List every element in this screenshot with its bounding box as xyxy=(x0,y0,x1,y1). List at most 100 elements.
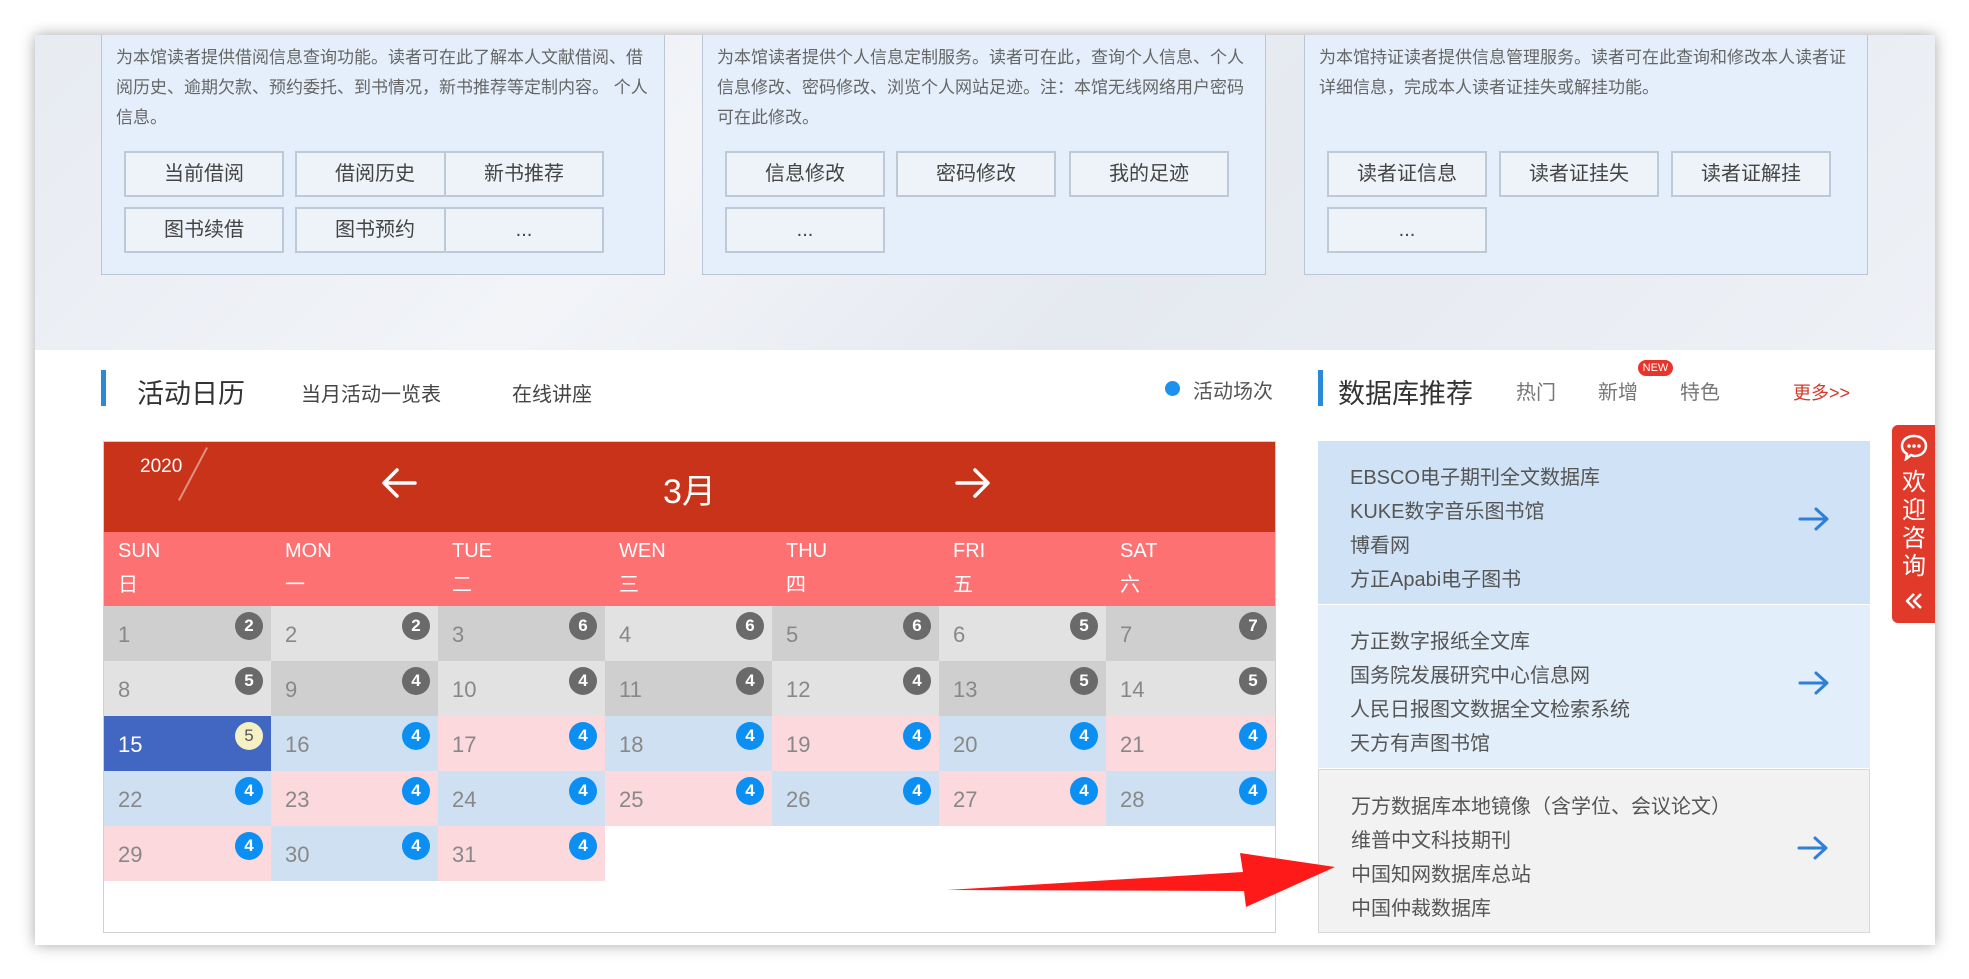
calendar-day[interactable]: 12 4 xyxy=(772,661,939,716)
calendar-day[interactable]: 18 4 xyxy=(605,716,772,771)
calendar-day[interactable]: 29 4 xyxy=(104,826,271,881)
activity-count-badge: 4 xyxy=(1239,722,1267,750)
arrow-right-icon[interactable] xyxy=(1798,505,1830,533)
my-footprint-button[interactable]: 我的足迹 xyxy=(1069,151,1229,197)
day-number: 13 xyxy=(953,677,978,702)
database-link[interactable]: 博看网 xyxy=(1350,529,1410,558)
arrow-right-icon[interactable] xyxy=(1798,669,1830,697)
section-accent-bar xyxy=(101,370,106,406)
calendar-day[interactable]: 10 4 xyxy=(438,661,605,716)
reader-card-unlock-button[interactable]: 读者证解挂 xyxy=(1671,151,1831,197)
calendar-day[interactable]: 22 4 xyxy=(104,771,271,826)
activity-count-badge: 4 xyxy=(402,722,430,750)
info-edit-button[interactable]: 信息修改 xyxy=(725,151,885,197)
activity-count-badge: 4 xyxy=(235,777,263,805)
tab-new[interactable]: 新增 xyxy=(1598,376,1638,405)
day-number: 16 xyxy=(285,732,310,757)
database-link[interactable]: EBSCO电子期刊全文数据库 xyxy=(1350,461,1600,490)
calendar-day[interactable]: 14 5 xyxy=(1106,661,1275,716)
calendar-day[interactable]: 16 4 xyxy=(271,716,438,771)
more-link[interactable]: 更多>> xyxy=(1793,379,1850,405)
calendar-day[interactable]: 19 4 xyxy=(772,716,939,771)
database-panel: 万方数据库本地镜像（含学位、会议论文） 维普中文科技期刊 中国知网数据库总站 中… xyxy=(1318,769,1870,933)
day-number: 22 xyxy=(118,787,143,812)
activity-count-badge: 4 xyxy=(569,777,597,805)
more-button[interactable]: ... xyxy=(725,207,885,253)
database-link[interactable]: KUKE数字音乐图书馆 xyxy=(1350,495,1544,524)
database-link[interactable]: 中国知网数据库总站 xyxy=(1351,858,1531,887)
calendar-day[interactable]: 56 xyxy=(772,606,939,661)
arrow-right-icon[interactable] xyxy=(1797,834,1829,862)
calendar-day[interactable]: 22 xyxy=(271,606,438,661)
book-renew-button[interactable]: 图书续借 xyxy=(124,207,284,253)
password-edit-button[interactable]: 密码修改 xyxy=(896,151,1056,197)
calendar-day[interactable]: 23 4 xyxy=(271,771,438,826)
current-borrowing-button[interactable]: 当前借阅 xyxy=(124,151,284,197)
more-button[interactable]: ... xyxy=(1327,207,1487,253)
calendar-section-title: 活动日历 xyxy=(137,379,245,409)
database-link[interactable]: 中国仲裁数据库 xyxy=(1351,892,1491,921)
calendar-day[interactable]: 30 4 xyxy=(271,826,438,881)
calendar-day[interactable]: 46 xyxy=(605,606,772,661)
calendar-day[interactable]: 24 4 xyxy=(438,771,605,826)
activity-count-badge: 5 xyxy=(1070,667,1098,695)
calendar-day[interactable]: 12 xyxy=(104,606,271,661)
calendar-day[interactable]: 20 4 xyxy=(939,716,1106,771)
calendar-month: 3月 xyxy=(663,473,716,511)
book-reserve-button[interactable]: 图书预约 xyxy=(295,207,455,253)
calendar-day[interactable]: 17 4 xyxy=(438,716,605,771)
new-book-recommend-button[interactable]: 新书推荐 xyxy=(444,151,604,197)
legend-dot-icon xyxy=(1165,381,1180,396)
calendar-day[interactable]: 77 xyxy=(1106,606,1275,661)
calendar-day[interactable]: 13 5 xyxy=(939,661,1106,716)
day-number: 4 xyxy=(619,622,632,647)
calendar-day[interactable]: 36 xyxy=(438,606,605,661)
calendar-day[interactable]: 26 4 xyxy=(772,771,939,826)
activity-count-badge: 4 xyxy=(569,667,597,695)
calendar-day[interactable]: 25 4 xyxy=(605,771,772,826)
calendar-day[interactable]: 15 5 xyxy=(104,716,271,771)
double-chevron-left-icon[interactable] xyxy=(1904,591,1924,611)
consult-tab[interactable]: 欢迎咨询 xyxy=(1892,425,1935,623)
more-button[interactable]: ... xyxy=(444,207,604,253)
activity-count-badge: 4 xyxy=(903,722,931,750)
calendar-day[interactable]: 31 4 xyxy=(438,826,605,881)
reader-card-info-button[interactable]: 读者证信息 xyxy=(1327,151,1487,197)
calendar-day[interactable]: 65 xyxy=(939,606,1106,661)
tab-featured[interactable]: 特色 xyxy=(1680,376,1720,405)
calendar-day[interactable]: 11 4 xyxy=(605,661,772,716)
activity-count-badge: 5 xyxy=(235,722,263,750)
arrow-right-icon[interactable] xyxy=(955,466,991,500)
weekday-header: SAT 六 xyxy=(1106,532,1275,606)
database-link[interactable]: 天方有声图书馆 xyxy=(1350,727,1490,756)
tab-hot[interactable]: 热门 xyxy=(1516,376,1556,405)
weekday-cn-label: 二 xyxy=(452,574,472,596)
reader-card-report-loss-button[interactable]: 读者证挂失 xyxy=(1499,151,1659,197)
monthly-activity-list-link[interactable]: 当月活动一览表 xyxy=(301,378,441,407)
weekday-en-label: FRI xyxy=(953,540,986,562)
activity-count-legend: 活动场次 xyxy=(1193,381,1273,403)
day-number: 30 xyxy=(285,842,310,867)
database-link[interactable]: 国务院发展研究中心信息网 xyxy=(1350,659,1590,688)
calendar-day[interactable]: 85 xyxy=(104,661,271,716)
database-link[interactable]: 人民日报图文数据全文检索系统 xyxy=(1350,693,1630,722)
activity-count-badge: 7 xyxy=(1239,612,1267,640)
database-link[interactable]: 维普中文科技期刊 xyxy=(1351,824,1511,853)
database-link[interactable]: 万方数据库本地镜像（含学位、会议论文） xyxy=(1351,790,1731,819)
weekday-header: MON 一 xyxy=(271,532,438,606)
chat-bubble-icon xyxy=(1900,434,1928,461)
calendar-day[interactable]: 28 4 xyxy=(1106,771,1275,826)
day-number: 3 xyxy=(452,622,465,647)
database-link[interactable]: 方正数字报纸全文库 xyxy=(1350,625,1530,654)
day-number: 10 xyxy=(452,677,477,702)
calendar-day[interactable]: 27 4 xyxy=(939,771,1106,826)
calendar-day[interactable]: 21 4 xyxy=(1106,716,1275,771)
database-link[interactable]: 方正Apabi电子图书 xyxy=(1350,563,1521,592)
database-panel: 方正数字报纸全文库 国务院发展研究中心信息网 人民日报图文数据全文检索系统 天方… xyxy=(1318,605,1870,769)
calendar-day[interactable]: 94 xyxy=(271,661,438,716)
borrowing-history-button[interactable]: 借阅历史 xyxy=(295,151,455,197)
arrow-left-icon[interactable] xyxy=(381,466,417,500)
weekday-en-label: SAT xyxy=(1120,540,1158,562)
online-lecture-link[interactable]: 在线讲座 xyxy=(512,378,592,407)
day-number: 5 xyxy=(786,622,799,647)
